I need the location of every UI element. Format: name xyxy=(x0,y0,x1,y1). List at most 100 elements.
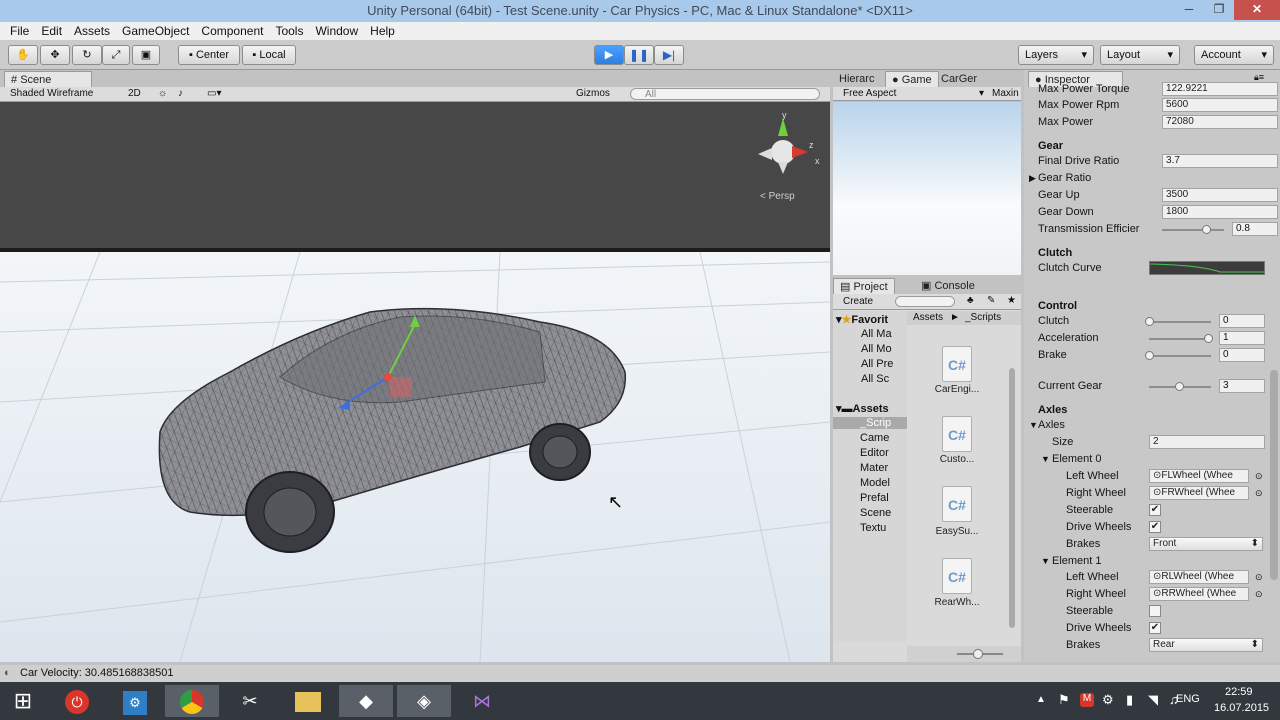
asset-folder[interactable]: Prefal xyxy=(860,492,889,504)
e1-drive-wheels-checkbox[interactable]: ✔ xyxy=(1149,622,1161,634)
flag-icon[interactable]: ⚑ xyxy=(1058,692,1070,708)
acceleration-slider[interactable] xyxy=(1149,334,1213,343)
current-gear-field[interactable]: 3 xyxy=(1219,379,1265,393)
pivot-center-button[interactable]: ▪ Center xyxy=(178,45,240,65)
final-drive-field[interactable]: 3.7 xyxy=(1162,154,1278,168)
chrome-icon[interactable] xyxy=(165,685,219,717)
close-button[interactable]: ✕ xyxy=(1234,0,1280,20)
filter-type-icon[interactable]: ♣ xyxy=(967,295,974,306)
clutch-slider[interactable] xyxy=(1145,317,1211,326)
asset-folder[interactable]: Scene xyxy=(860,507,891,519)
favorite-item[interactable]: All Pre xyxy=(861,358,893,370)
step-button[interactable]: ▶| xyxy=(654,45,684,65)
tab-carger[interactable]: CarGer xyxy=(935,71,983,87)
brake-field[interactable]: 0 xyxy=(1219,348,1265,362)
favorite-item[interactable]: All Sc xyxy=(861,373,889,385)
icon-size-slider[interactable] xyxy=(907,646,1021,662)
layers-dropdown[interactable]: Layers ▾ xyxy=(1018,45,1094,65)
projection-toggle[interactable]: < Persp xyxy=(760,191,795,202)
pivot-local-button[interactable]: ▪ Local xyxy=(242,45,296,65)
size-field[interactable]: 2 xyxy=(1149,435,1265,449)
tab-hierarchy[interactable]: Hierarc xyxy=(833,71,880,87)
move-tool-button[interactable]: ✥ xyxy=(40,45,70,65)
app-tray-icon[interactable]: ⚙ xyxy=(1102,692,1114,708)
menu-edit[interactable]: Edit xyxy=(35,22,68,40)
breadcrumb-assets[interactable]: Assets xyxy=(913,311,943,325)
menu-help[interactable]: Help xyxy=(364,22,401,40)
asset-folder[interactable]: Model xyxy=(860,477,890,489)
menu-gameobject[interactable]: GameObject xyxy=(116,22,195,40)
e1-steerable-checkbox[interactable] xyxy=(1149,605,1161,617)
antivirus-icon[interactable]: M xyxy=(1080,693,1094,707)
paint-icon[interactable]: ✂ xyxy=(223,685,277,717)
app-icon[interactable]: ⚙ xyxy=(108,685,162,717)
layout-dropdown[interactable]: Layout ▾ xyxy=(1100,45,1180,65)
game-view[interactable] xyxy=(833,102,1021,275)
assets-folder[interactable]: ▾▬Assets xyxy=(836,402,889,415)
battery-icon[interactable]: ▮ xyxy=(1126,692,1133,708)
object-picker-icon[interactable]: ⊙ xyxy=(1255,569,1263,585)
object-picker-icon[interactable]: ⊙ xyxy=(1255,586,1263,602)
gear-ratio-foldout[interactable]: ▶ Gear Ratio xyxy=(1029,170,1266,186)
lighting-icon[interactable]: ☼ xyxy=(158,88,167,99)
slider-knob[interactable] xyxy=(1204,334,1213,343)
e0-left-wheel-field[interactable]: ⊙FLWheel (Whee xyxy=(1149,469,1249,483)
script-icon[interactable]: C# xyxy=(942,558,972,594)
current-gear-slider[interactable] xyxy=(1149,382,1211,391)
maximize-on-play-toggle[interactable]: Maxin xyxy=(992,87,1019,101)
tab-scene[interactable]: # Scene xyxy=(4,71,92,87)
maximize-button[interactable]: ❐ xyxy=(1204,0,1234,20)
script-name[interactable]: Custo... xyxy=(927,454,987,465)
asset-folder-scripts[interactable]: _Scrip xyxy=(833,417,907,429)
scene-search-input[interactable]: All xyxy=(630,88,820,100)
script-icon[interactable]: C# xyxy=(942,346,972,382)
clutch-field[interactable]: 0 xyxy=(1219,314,1265,328)
transmission-slider[interactable] xyxy=(1162,225,1224,234)
rect-tool-button[interactable]: ▣ xyxy=(132,45,160,65)
e1-right-wheel-field[interactable]: ⊙RRWheel (Whee xyxy=(1149,587,1249,601)
element0-foldout[interactable]: ▼ Element 0 xyxy=(1041,451,1266,467)
menu-tools[interactable]: Tools xyxy=(269,22,309,40)
visual-studio-icon[interactable]: ⋈ xyxy=(455,685,509,717)
wifi-icon[interactable]: ◥ xyxy=(1148,692,1158,708)
menu-window[interactable]: Window xyxy=(309,22,364,40)
e1-left-wheel-field[interactable]: ⊙RLWheel (Whee xyxy=(1149,570,1249,584)
tab-game[interactable]: ● Game xyxy=(885,71,939,87)
transmission-field[interactable]: 0.8 xyxy=(1232,222,1278,236)
e0-drive-wheels-checkbox[interactable]: ✔ xyxy=(1149,521,1161,533)
clock-time[interactable]: 22:59 xyxy=(1225,686,1253,698)
account-dropdown[interactable]: Account ▾ xyxy=(1194,45,1274,65)
menu-component[interactable]: Component xyxy=(195,22,269,40)
script-icon[interactable]: C# xyxy=(942,486,972,522)
tray-arrow-icon[interactable]: ▲ xyxy=(1036,694,1046,705)
object-picker-icon[interactable]: ⊙ xyxy=(1255,468,1263,484)
favorite-item[interactable]: All Mo xyxy=(861,343,892,355)
e1-brakes-dropdown[interactable]: Rear ⬍ xyxy=(1149,638,1263,652)
menu-assets[interactable]: Assets xyxy=(68,22,116,40)
tab-project[interactable]: ▤ Project xyxy=(833,278,895,294)
axles-foldout[interactable]: ▼ Axles xyxy=(1029,417,1266,433)
audio-icon[interactable]: ♪ xyxy=(178,88,183,99)
slider-knob[interactable] xyxy=(1145,351,1154,360)
max-power-torque-field[interactable]: 122.9221 xyxy=(1162,82,1278,96)
photo-app-icon[interactable]: ◆ xyxy=(339,685,393,717)
filter-label-icon[interactable]: ✎ xyxy=(987,295,995,306)
power-app-icon[interactable]: ⏻ xyxy=(50,685,104,717)
file-explorer-icon[interactable] xyxy=(281,685,335,717)
effects-icon[interactable]: ▭▾ xyxy=(207,88,221,99)
slider-knob[interactable] xyxy=(1145,317,1154,326)
script-icon[interactable]: C# xyxy=(942,416,972,452)
scale-tool-button[interactable]: ⤢ xyxy=(102,45,130,65)
max-power-field[interactable]: 72080 xyxy=(1162,115,1278,129)
e0-steerable-checkbox[interactable]: ✔ xyxy=(1149,504,1161,516)
favorites-folder[interactable]: ▾★Favorit xyxy=(836,313,888,326)
asset-folder[interactable]: Textu xyxy=(860,522,886,534)
hand-tool-button[interactable]: ✋ xyxy=(8,45,38,65)
script-name[interactable]: RearWh... xyxy=(927,597,987,608)
play-button[interactable]: ▶ xyxy=(594,45,624,65)
slider-knob[interactable] xyxy=(1202,225,1211,234)
tab-console[interactable]: ▣ Console xyxy=(915,278,981,294)
e0-right-wheel-field[interactable]: ⊙FRWheel (Whee xyxy=(1149,486,1249,500)
asset-folder[interactable]: Mater xyxy=(860,462,888,474)
windows-start-icon[interactable]: ⊞ xyxy=(0,685,46,717)
